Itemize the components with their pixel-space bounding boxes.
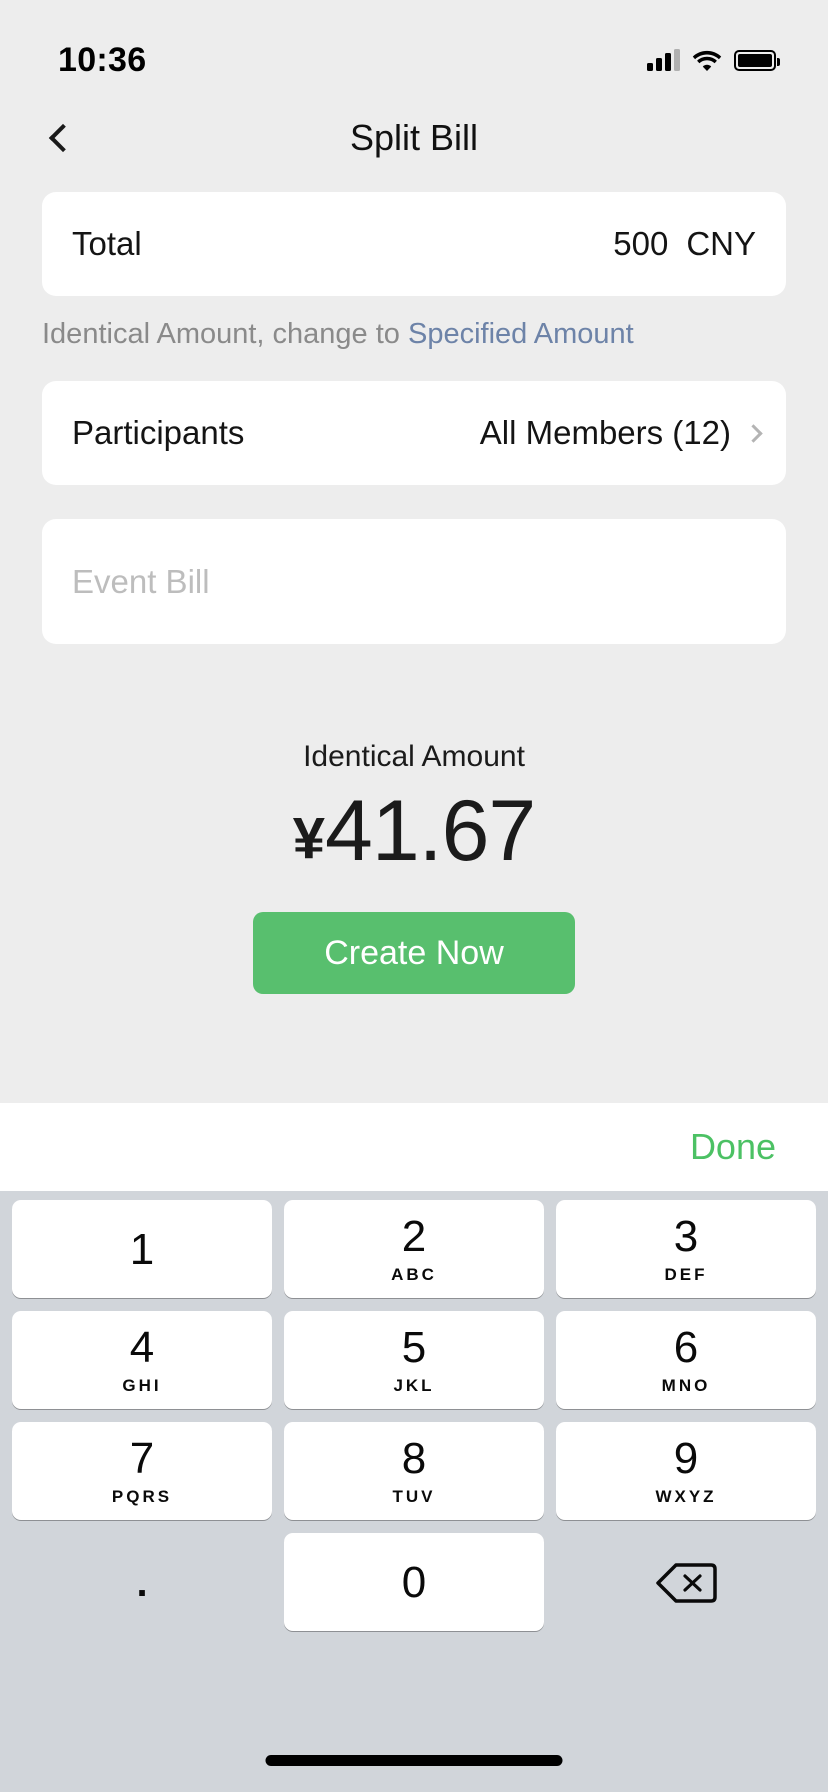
key-digit: 9 bbox=[673, 1434, 699, 1483]
status-bar: 10:36 bbox=[0, 0, 828, 92]
key-8[interactable]: 8 TUV bbox=[284, 1422, 544, 1520]
currency-symbol: ¥ bbox=[292, 806, 326, 871]
key-letters: PQRS bbox=[111, 1487, 173, 1506]
key-digit: 7 bbox=[129, 1434, 155, 1483]
participants-row[interactable]: Participants All Members (12) bbox=[42, 381, 786, 485]
key-digit: 0 bbox=[401, 1558, 427, 1607]
key-letters: MNO bbox=[661, 1376, 711, 1395]
total-currency: CNY bbox=[686, 225, 756, 262]
chevron-left-icon bbox=[48, 123, 78, 153]
key-cell bbox=[556, 1533, 816, 1631]
event-bill-field[interactable]: Event Bill bbox=[42, 519, 786, 644]
backspace-delete-icon bbox=[655, 1561, 717, 1605]
per-person-amount: 41.67 bbox=[325, 783, 536, 879]
key-cell: 8 TUV bbox=[284, 1422, 544, 1520]
key-cell: 9 WXYZ bbox=[556, 1422, 816, 1520]
key-cell: 1 bbox=[12, 1200, 272, 1298]
back-button[interactable] bbox=[36, 111, 90, 165]
key-0[interactable]: 0 bbox=[284, 1533, 544, 1631]
key-7[interactable]: 7 PQRS bbox=[12, 1422, 272, 1520]
key-digit: 4 bbox=[129, 1323, 155, 1372]
key-digit: 6 bbox=[673, 1323, 699, 1372]
key-letters: GHI bbox=[122, 1376, 162, 1395]
key-cell: 5 JKL bbox=[284, 1311, 544, 1409]
key-digit: 5 bbox=[401, 1323, 427, 1372]
keypad-row-1: 1 2 ABC 3 DEF bbox=[6, 1200, 822, 1298]
key-4[interactable]: 4 GHI bbox=[12, 1311, 272, 1409]
key-cell: 7 PQRS bbox=[12, 1422, 272, 1520]
key-5[interactable]: 5 JKL bbox=[284, 1311, 544, 1409]
key-9[interactable]: 9 WXYZ bbox=[556, 1422, 816, 1520]
event-bill-placeholder: Event Bill bbox=[72, 562, 210, 600]
numeric-keypad: 1 2 ABC 3 DEF 4 GHI 5 JKL 6 MNO 7 PQRS 8… bbox=[0, 1191, 828, 1792]
battery-icon bbox=[734, 49, 780, 71]
amount-summary-label: Identical Amount bbox=[303, 740, 525, 773]
key-2[interactable]: 2 ABC bbox=[284, 1200, 544, 1298]
key-letters: TUV bbox=[392, 1487, 436, 1506]
key-digit: . bbox=[136, 1561, 148, 1605]
total-label: Total bbox=[72, 225, 142, 262]
navigation-bar: Split Bill bbox=[0, 92, 828, 184]
participants-value: All Members (12) bbox=[479, 414, 731, 451]
key-digit: 2 bbox=[401, 1212, 427, 1261]
total-value: 500 CNY bbox=[613, 225, 756, 263]
main-content: Total 500 CNY Identical Amount, change t… bbox=[0, 192, 828, 994]
key-letters: ABC bbox=[391, 1265, 437, 1284]
key-6[interactable]: 6 MNO bbox=[556, 1311, 816, 1409]
key-cell: 4 GHI bbox=[12, 1311, 272, 1409]
key-3[interactable]: 3 DEF bbox=[556, 1200, 816, 1298]
total-amount: 500 bbox=[613, 225, 669, 262]
hint-prefix: Identical Amount, change to bbox=[42, 318, 408, 350]
home-indicator bbox=[265, 1755, 563, 1766]
keyboard-toolbar: Done bbox=[0, 1103, 828, 1191]
done-button[interactable]: Done bbox=[690, 1126, 776, 1168]
specified-amount-link[interactable]: Specified Amount bbox=[408, 318, 634, 350]
key-cell: 0 bbox=[284, 1533, 544, 1631]
key-cell: . bbox=[12, 1533, 272, 1631]
participants-label: Participants bbox=[72, 414, 245, 451]
total-row[interactable]: Total 500 CNY bbox=[42, 192, 786, 296]
keypad-row-2: 4 GHI 5 JKL 6 MNO bbox=[6, 1311, 822, 1409]
key-period[interactable]: . bbox=[12, 1533, 272, 1631]
cellular-signal-icon bbox=[647, 49, 680, 71]
chevron-right-icon bbox=[744, 423, 763, 443]
key-digit: 8 bbox=[401, 1434, 427, 1483]
key-digit: 3 bbox=[673, 1212, 699, 1261]
page-title: Split Bill bbox=[349, 117, 479, 158]
split-mode-hint: Identical Amount, change to Specified Am… bbox=[42, 318, 786, 351]
key-cell: 6 MNO bbox=[556, 1311, 816, 1409]
key-letters: JKL bbox=[393, 1376, 435, 1395]
status-icons bbox=[647, 49, 780, 71]
keypad-row-3: 7 PQRS 8 TUV 9 WXYZ bbox=[6, 1422, 822, 1520]
key-cell: 2 ABC bbox=[284, 1200, 544, 1298]
participants-value-group: All Members (12) bbox=[479, 414, 763, 452]
keypad-row-4: . 0 bbox=[6, 1533, 822, 1631]
status-time: 10:36 bbox=[58, 40, 147, 79]
amount-summary: Identical Amount ¥41.67 Create Now bbox=[0, 740, 828, 994]
key-1[interactable]: 1 bbox=[12, 1200, 272, 1298]
delete-key[interactable] bbox=[556, 1533, 816, 1631]
key-letters: DEF bbox=[664, 1265, 708, 1284]
key-letters: WXYZ bbox=[655, 1487, 717, 1506]
amount-summary-value: ¥41.67 bbox=[0, 788, 828, 874]
wifi-icon bbox=[692, 49, 722, 71]
key-digit: 1 bbox=[129, 1225, 155, 1274]
key-cell: 3 DEF bbox=[556, 1200, 816, 1298]
create-now-button[interactable]: Create Now bbox=[253, 912, 575, 994]
